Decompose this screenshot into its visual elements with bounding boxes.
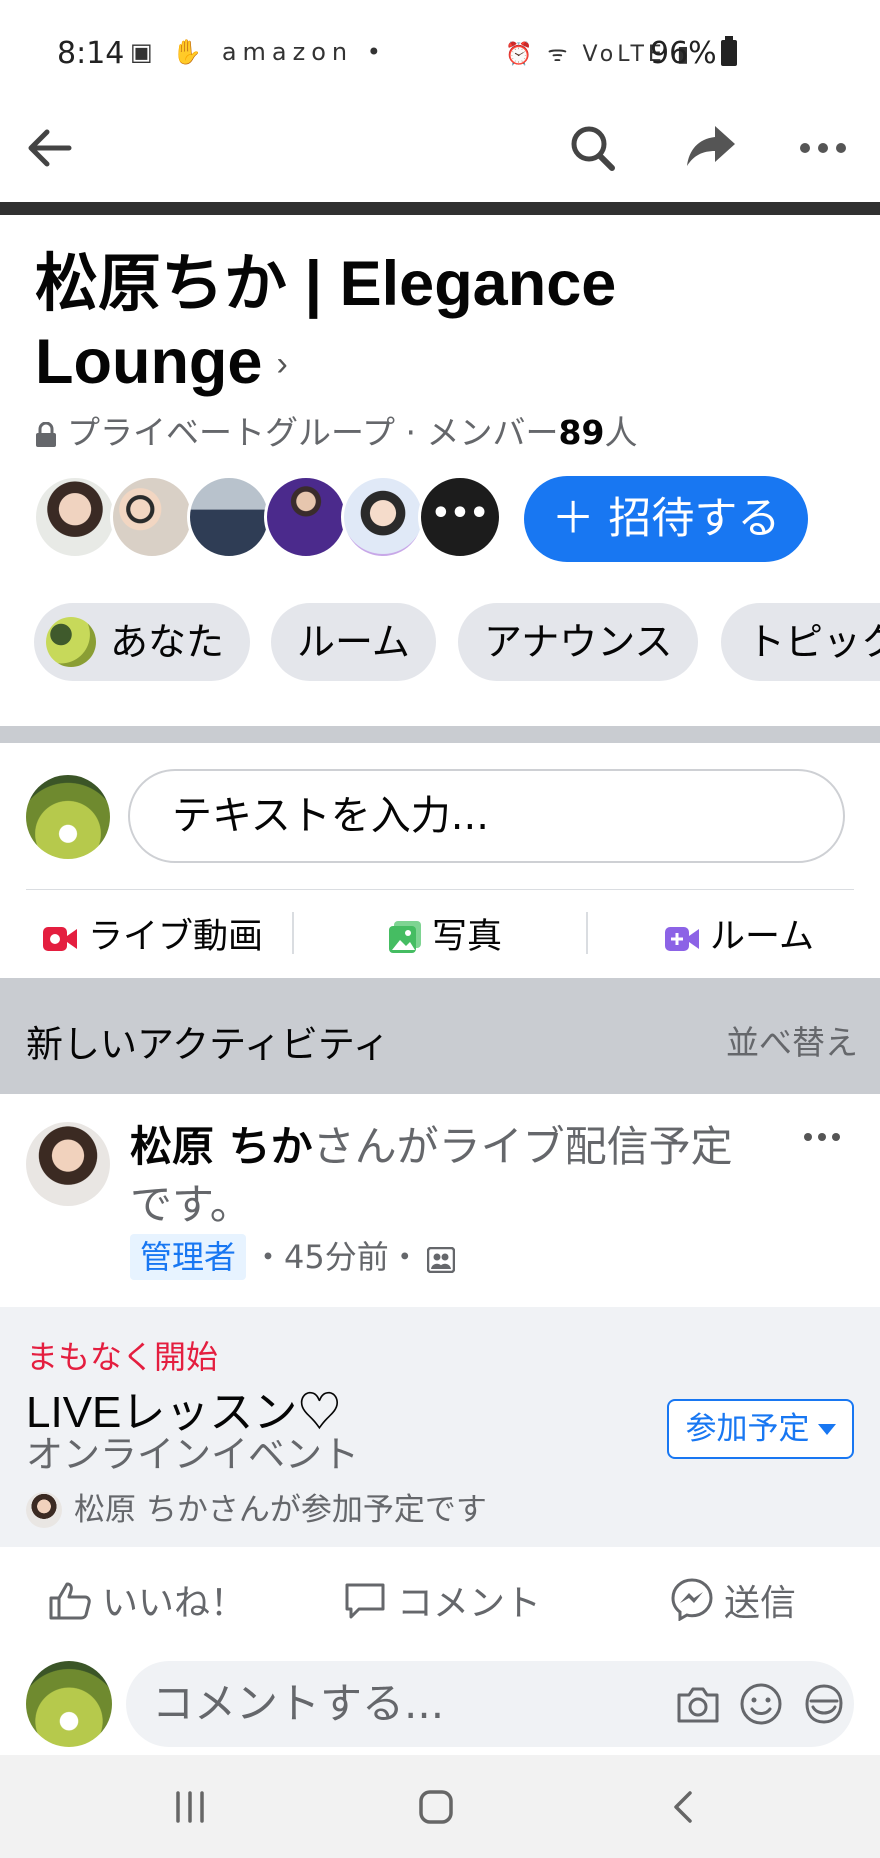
member-count: 89 (558, 413, 605, 452)
post-meta: 管理者 ・45分前・ (130, 1234, 455, 1280)
chevron-right-icon: › (276, 345, 288, 383)
battery-indicator: 96% (650, 36, 737, 71)
post-options-button[interactable] (802, 1122, 842, 1152)
activity-title: 新しいアクティビティ (26, 1023, 390, 1066)
notification-icons: ▣ ✋ amazon • (130, 38, 387, 66)
chip-label: アナウンス (484, 620, 673, 664)
share-button[interactable] (683, 118, 739, 174)
group-title-line2: Lounge (35, 327, 263, 397)
recent-apps-icon (176, 1791, 204, 1823)
comment-tools (663, 1681, 847, 1727)
section-divider (0, 726, 880, 743)
search-icon (571, 126, 615, 171)
divider (26, 889, 854, 890)
post-time[interactable]: ・45分前・ (252, 1238, 421, 1276)
chip-announcements[interactable]: アナウンス (458, 603, 699, 681)
chip-label: ルーム (297, 620, 410, 664)
group-privacy-info: プライベートグループ · メンバー89人 (35, 406, 637, 454)
search-button[interactable] (568, 120, 618, 176)
divider (292, 912, 294, 954)
avatar (26, 1492, 62, 1528)
lock-icon (36, 422, 56, 447)
avatar[interactable] (264, 475, 348, 559)
more-options-button[interactable] (798, 120, 848, 176)
post-author[interactable]: 松原 ちか (130, 1122, 313, 1171)
chip-rooms[interactable]: ルーム (271, 603, 436, 681)
like-button[interactable]: いいね！ (48, 1574, 246, 1626)
live-video-label: ライブ動画 (88, 917, 264, 957)
more-members-icon: ••• (431, 496, 489, 531)
avatar[interactable] (341, 475, 425, 559)
chevron-left-icon (674, 1791, 692, 1823)
camera-icon (677, 1687, 719, 1723)
thumbs-up-icon (49, 1582, 91, 1620)
battery-icon (720, 36, 737, 66)
create-room-button[interactable]: ルーム (664, 908, 814, 959)
avatar[interactable] (26, 775, 110, 859)
avatar[interactable] (26, 1122, 110, 1206)
sticker-button[interactable] (801, 1681, 847, 1727)
group-tabs: あなた ルーム アナウンス トピック (0, 603, 880, 685)
event-attendee-info: 松原 ちかさんが参加予定です (26, 1484, 487, 1529)
share-icon (687, 126, 735, 166)
cover-photo-edge (0, 202, 880, 215)
group-title-line1: 松原ちか | Elegance (35, 249, 617, 319)
avatar (46, 617, 96, 667)
like-label: いいね！ (102, 1583, 247, 1624)
back-button[interactable] (25, 120, 75, 176)
camera-button[interactable] (675, 1681, 721, 1727)
divider (586, 912, 588, 954)
post-composer-input[interactable]: テキストを入力... (128, 769, 845, 863)
emoji-icon (740, 1683, 782, 1725)
emoji-button[interactable] (738, 1681, 784, 1727)
recent-apps-button[interactable] (170, 1787, 210, 1827)
avatar[interactable] (33, 475, 117, 559)
room-icon (665, 927, 699, 951)
avatar[interactable] (26, 1661, 112, 1747)
avatar[interactable] (110, 475, 194, 559)
home-button[interactable] (418, 1787, 454, 1827)
chip-label: あなた (110, 620, 225, 664)
member-suffix: 人 (604, 413, 638, 452)
going-label: 参加予定 (685, 1411, 810, 1447)
sort-button[interactable]: 並べ替え (726, 1016, 858, 1064)
more-members-avatar[interactable]: ••• (418, 475, 502, 559)
attendee-text: 松原 ちかさんが参加予定です (74, 1492, 487, 1528)
event-status: まもなく開始 (26, 1338, 219, 1376)
live-video-icon (43, 927, 77, 951)
home-icon (419, 1790, 453, 1824)
comment-bubble-icon (345, 1583, 385, 1619)
status-bar: 8:14 ▣ ✋ amazon • ⏰ ᯤ VoLTE ▮ 96% (0, 0, 880, 110)
sticker-icon (805, 1684, 843, 1724)
photo-label: 写真 (432, 917, 503, 957)
arrow-left-icon (28, 129, 72, 167)
privacy-label: プライベートグループ · メンバー (67, 413, 559, 452)
send-label: 送信 (724, 1583, 797, 1624)
chip-label: トピック (747, 620, 880, 664)
system-back-button[interactable] (668, 1787, 698, 1827)
going-dropdown-button[interactable]: 参加予定 (667, 1399, 854, 1459)
live-video-button[interactable]: ライブ動画 (42, 908, 263, 959)
send-button[interactable]: 送信 (670, 1574, 796, 1626)
avatar[interactable] (187, 475, 271, 559)
battery-level: 96% (650, 36, 717, 71)
more-horizontal-icon (804, 1133, 840, 1141)
invite-button[interactable]: ＋ 招待する (524, 476, 808, 562)
admin-badge: 管理者 (130, 1234, 247, 1280)
comment-button[interactable]: コメント (343, 1574, 541, 1626)
status-time: 8:14 (57, 36, 125, 71)
post-headline: 松原 ちかさんがライブ配信予定です。 (130, 1118, 770, 1234)
chip-you[interactable]: あなた (34, 603, 251, 681)
caret-down-icon (817, 1424, 836, 1435)
more-horizontal-icon (800, 143, 846, 153)
group-audience-icon (426, 1247, 455, 1273)
room-label: ルーム (710, 917, 814, 957)
messenger-icon (671, 1578, 713, 1621)
chip-topics[interactable]: トピック (721, 603, 880, 681)
group-title[interactable]: 松原ちか | Elegance Lounge › (35, 245, 855, 403)
photo-button[interactable]: 写真 (388, 908, 502, 959)
photo-icon (389, 921, 421, 953)
event-type: オンラインイベント (26, 1433, 359, 1476)
comment-label: コメント (397, 1583, 542, 1624)
